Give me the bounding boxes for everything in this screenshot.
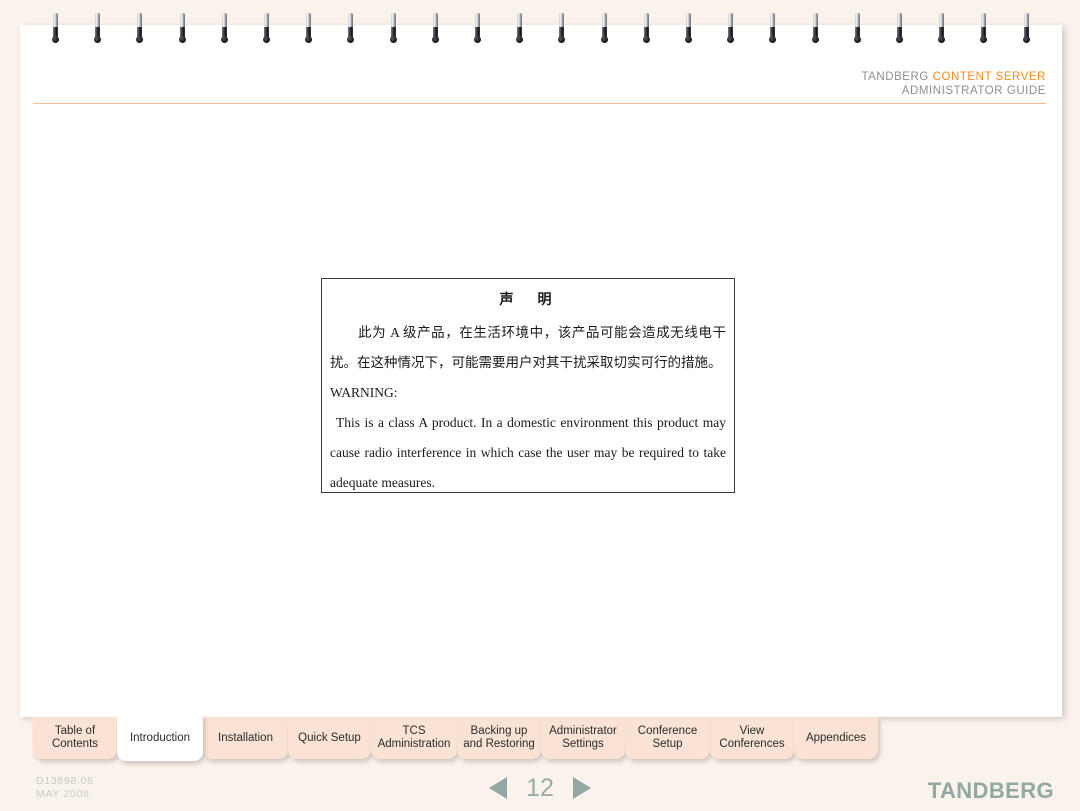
section-tab-bar: Table of Contents Introduction Installatio… <box>0 715 1080 763</box>
triangle-right-icon[interactable] <box>573 777 591 799</box>
tab-view-conferences[interactable]: View Conferences <box>710 717 794 759</box>
header-product: CONTENT SERVER <box>932 71 1046 83</box>
tab-backing-up-and-restoring[interactable]: Backing up and Restoring <box>457 717 541 759</box>
tab-introduction[interactable]: Introduction <box>117 715 203 761</box>
tab-table-of-contents[interactable]: Table of Contents <box>33 717 117 759</box>
tandberg-logo: TANDBERG <box>927 778 1054 803</box>
page-number: 12 <box>526 773 554 802</box>
tab-administrator-settings[interactable]: Administrator Settings <box>541 717 625 759</box>
notice-english-body: This is a class A product. In a domestic… <box>330 415 726 490</box>
notice-title: 声 明 <box>499 293 557 308</box>
header-subtitle: ADMINISTRATOR GUIDE <box>901 85 1046 97</box>
page-navigation: 12 <box>0 770 1080 806</box>
tab-conference-setup[interactable]: Conference Setup <box>625 717 710 759</box>
header-brand: TANDBERG <box>861 71 929 83</box>
tab-quick-setup[interactable]: Quick Setup <box>288 717 371 759</box>
regulatory-notice-box: 声 明 此为 A 级产品，在生活环境中，该产品可能会造成无线电干扰。在这种情况下… <box>321 278 735 493</box>
page-header: TANDBERG CONTENT SERVER ADMINISTRATOR GU… <box>861 70 1046 98</box>
document-page: TANDBERG CONTENT SERVER ADMINISTRATOR GU… <box>20 25 1062 717</box>
notice-warning-label: WARNING: <box>330 385 398 400</box>
tab-tcs-administration[interactable]: TCS Administration <box>371 717 457 759</box>
header-divider <box>33 103 1046 104</box>
notice-chinese-body: 此为 A 级产品，在生活环境中，该产品可能会造成无线电干扰。在这种情况下，可能需… <box>330 325 726 370</box>
header-product-line: TANDBERG CONTENT SERVER <box>861 70 1046 84</box>
triangle-left-icon[interactable] <box>489 777 507 799</box>
tab-installation[interactable]: Installation <box>203 717 288 759</box>
tab-appendices[interactable]: Appendices <box>794 717 878 759</box>
